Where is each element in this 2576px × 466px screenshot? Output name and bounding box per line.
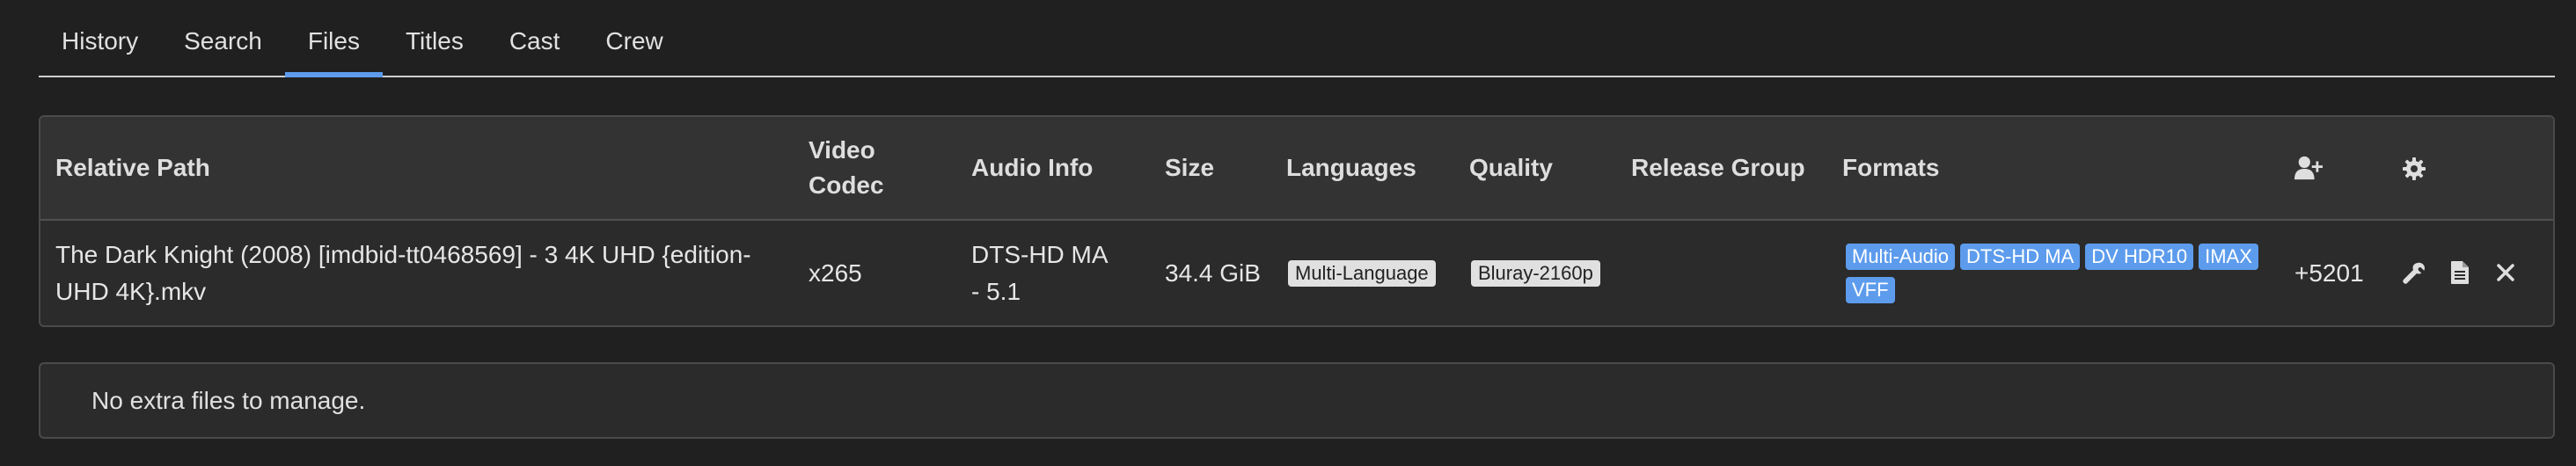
video-codec-cell: x265 — [809, 258, 862, 287]
quality-badge: Bluray-2160p — [1471, 259, 1600, 287]
language-badge: Multi-Language — [1288, 259, 1436, 287]
header-video-codec[interactable]: Video Codec — [809, 117, 884, 219]
extra-files-message: No extra files to manage. — [91, 387, 366, 414]
header-formats[interactable]: Formats — [1842, 117, 1939, 219]
extra-files-panel: No extra files to manage. — [39, 362, 2555, 439]
custom-format-score-cell: +5201 — [2294, 258, 2364, 287]
format-badge: Multi-Audio — [1846, 243, 1956, 270]
header-relative-path[interactable]: Relative Path — [55, 117, 210, 219]
format-badge: VFF — [1846, 276, 1895, 303]
formats-list: Multi-Audio DTS-HD MA DV HDR10 IMAX VFF — [1846, 243, 2277, 303]
tab-history[interactable]: History — [39, 0, 161, 76]
header-quality[interactable]: Quality — [1469, 117, 1553, 219]
files-table-header: Relative Path Video Codec Audio Info Siz… — [40, 117, 2553, 221]
tab-cast[interactable]: Cast — [487, 0, 583, 76]
header-languages[interactable]: Languages — [1286, 117, 1416, 219]
close-icon[interactable] — [2492, 258, 2520, 287]
header-audio-info[interactable]: Audio Info — [971, 117, 1093, 219]
relative-path-cell: The Dark Knight (2008) [imdbid-tt0468569… — [55, 240, 751, 305]
header-video-codec-line2: Codec — [809, 171, 884, 199]
movie-details-page: History Search Files Titles Cast Crew Re… — [0, 0, 2576, 466]
format-badge: DV HDR10 — [2085, 243, 2194, 270]
tab-titles[interactable]: Titles — [383, 0, 487, 76]
languages-cell: Multi-Language — [1288, 221, 1436, 325]
format-badge: DTS-HD MA — [1960, 243, 2081, 270]
table-row: The Dark Knight (2008) [imdbid-tt0468569… — [40, 221, 2553, 325]
user-plus-icon[interactable] — [2294, 154, 2323, 182]
header-video-codec-line1: Video — [809, 136, 875, 164]
tab-search[interactable]: Search — [161, 0, 285, 76]
formats-cell: Multi-Audio DTS-HD MA DV HDR10 IMAX VFF — [1846, 221, 2277, 325]
wrench-icon[interactable] — [2400, 258, 2428, 287]
audio-info-cell: DTS-HD MA - 5.1 — [971, 240, 1107, 305]
quality-cell: Bluray-2160p — [1471, 221, 1600, 325]
gear-icon[interactable] — [2400, 155, 2428, 183]
header-size[interactable]: Size — [1165, 117, 1214, 219]
tab-crew[interactable]: Crew — [582, 0, 685, 76]
tab-files[interactable]: Files — [284, 0, 384, 77]
files-table: Relative Path Video Codec Audio Info Siz… — [39, 115, 2555, 327]
header-release-group[interactable]: Release Group — [1631, 117, 1805, 219]
file-icon[interactable] — [2446, 258, 2474, 287]
size-cell: 34.4 GiB — [1165, 258, 1261, 287]
format-badge: IMAX — [2199, 243, 2258, 270]
details-tabs: History Search Files Titles Cast Crew — [39, 0, 2555, 77]
